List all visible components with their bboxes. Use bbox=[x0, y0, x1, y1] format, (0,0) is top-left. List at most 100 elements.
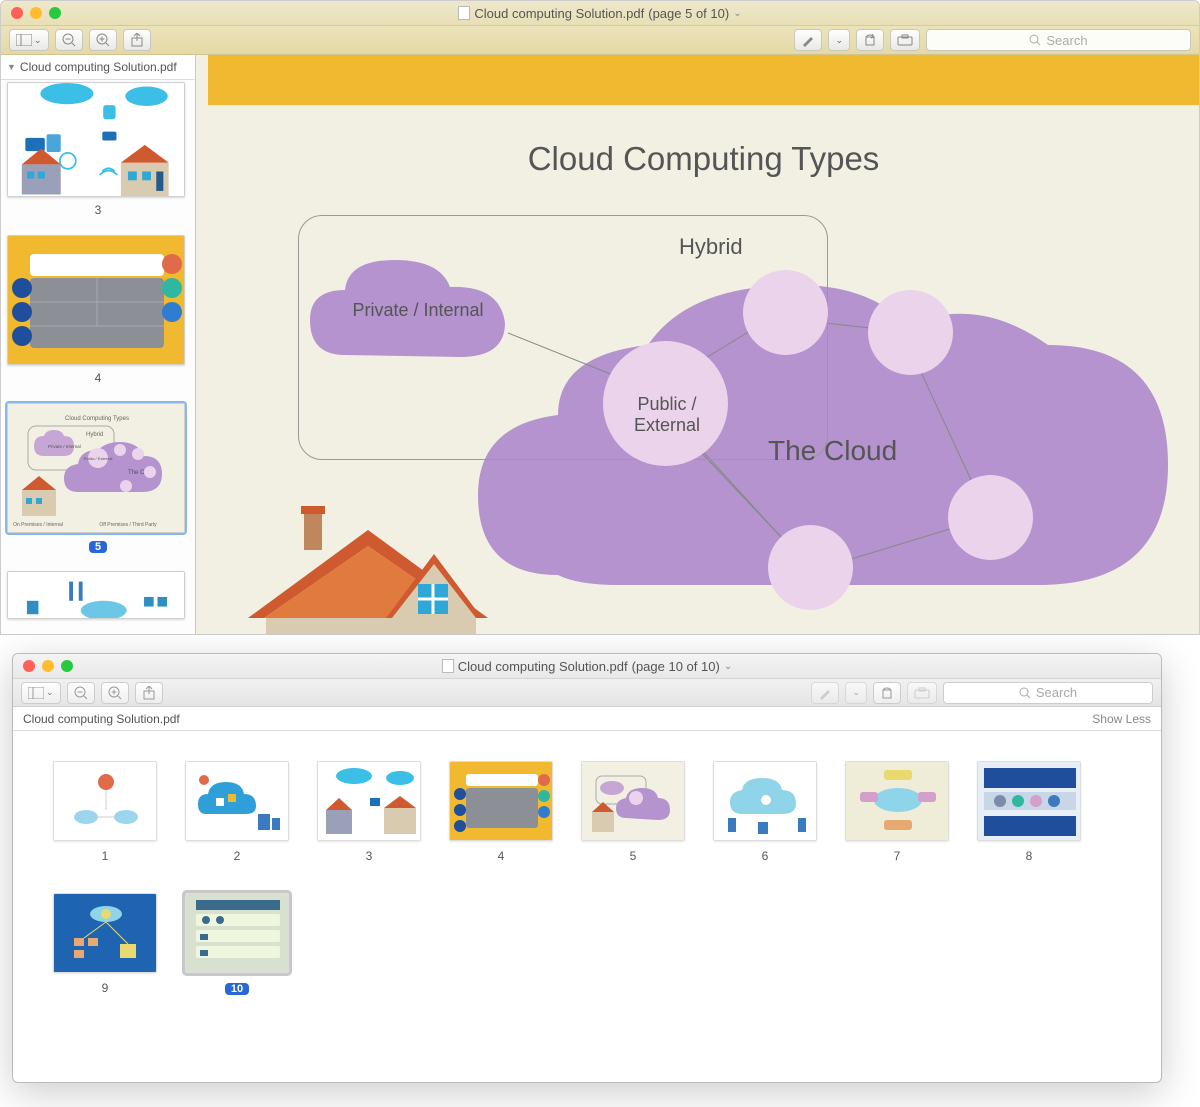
page-label: 3 bbox=[366, 849, 373, 863]
svg-text:On Premises / Internal: On Premises / Internal bbox=[13, 522, 63, 528]
view-mode-button[interactable]: ⌄ bbox=[9, 29, 49, 51]
svg-text:Off Premises / Third Party: Off Premises / Third Party bbox=[99, 522, 157, 528]
disclosure-triangle-icon[interactable]: ▼ bbox=[7, 62, 16, 72]
hybrid-boundary: Hybrid bbox=[298, 215, 828, 460]
search-placeholder: Search bbox=[1036, 685, 1077, 700]
header-filename: Cloud computing Solution.pdf bbox=[23, 712, 180, 726]
grid-thumb-4[interactable] bbox=[449, 761, 553, 841]
public-external-label: Public / External bbox=[608, 394, 726, 436]
toolbar-bottom: ⌄ ⌄ bbox=[13, 679, 1161, 707]
zoom-out-button[interactable] bbox=[67, 682, 95, 704]
page-thumbnail-3[interactable] bbox=[7, 82, 185, 197]
title-page-info: (page 5 of 10) bbox=[648, 6, 729, 21]
thumbnail-sidebar: ▼ Cloud computing Solution.pdf bbox=[1, 55, 196, 635]
title-page-info: (page 10 of 10) bbox=[632, 659, 720, 674]
rotate-icon bbox=[863, 33, 877, 47]
sidebar-filename: Cloud computing Solution.pdf bbox=[20, 60, 177, 74]
page-label: 6 bbox=[762, 849, 769, 863]
document-viewport[interactable]: Cloud Computing Types bbox=[196, 55, 1199, 635]
sidebar-layout-icon bbox=[16, 34, 32, 46]
chevron-down-icon: ⌄ bbox=[835, 35, 843, 46]
cloud-node-4 bbox=[948, 475, 1033, 560]
zoom-out-icon bbox=[74, 686, 88, 700]
rotate-button[interactable] bbox=[856, 29, 884, 51]
page-label: 5 bbox=[630, 849, 637, 863]
rotate-button[interactable] bbox=[873, 682, 901, 704]
svg-text:Hybrid: Hybrid bbox=[86, 432, 103, 438]
page-label: 1 bbox=[102, 849, 109, 863]
toolbox-icon bbox=[897, 34, 913, 46]
share-icon bbox=[130, 33, 144, 47]
sidebar-layout-icon bbox=[28, 687, 44, 699]
svg-text:Public / External: Public / External bbox=[84, 456, 113, 461]
page-thumbnail-4[interactable] bbox=[7, 235, 185, 365]
page-label-badge: 10 bbox=[225, 983, 249, 995]
pdf-file-icon bbox=[442, 659, 454, 673]
page-label: 8 bbox=[1026, 849, 1033, 863]
grid-thumb-5[interactable] bbox=[581, 761, 685, 841]
show-less-link[interactable]: Show Less bbox=[1092, 712, 1151, 726]
the-cloud-label: The Cloud bbox=[768, 435, 897, 467]
search-field[interactable]: Search bbox=[943, 682, 1153, 704]
sidebar-file-header[interactable]: ▼ Cloud computing Solution.pdf bbox=[1, 55, 195, 80]
page-number-4: 4 bbox=[95, 371, 102, 385]
page-label: 4 bbox=[498, 849, 505, 863]
private-internal-label: Private / Internal bbox=[338, 300, 498, 321]
window-title[interactable]: Cloud computing Solution.pdf (page 5 of … bbox=[1, 6, 1199, 21]
edit-toolbar-button[interactable] bbox=[890, 29, 920, 51]
title-filename: Cloud computing Solution.pdf bbox=[458, 659, 628, 674]
titlebar-bottom[interactable]: Cloud computing Solution.pdf (page 10 of… bbox=[13, 654, 1161, 679]
edit-toolbar-button[interactable] bbox=[907, 682, 937, 704]
page-thumbnail-6-partial[interactable] bbox=[7, 571, 185, 619]
grid-thumb-3[interactable] bbox=[317, 761, 421, 841]
page-label: 9 bbox=[102, 981, 109, 995]
markup-button[interactable] bbox=[811, 682, 839, 704]
grid-thumb-2[interactable] bbox=[185, 761, 289, 841]
search-placeholder: Search bbox=[1046, 33, 1087, 48]
page-thumbnail-5-active[interactable]: Cloud Computing Types Hybrid Private / I… bbox=[7, 403, 185, 533]
grid-thumb-6[interactable] bbox=[713, 761, 817, 841]
grid-thumb-7[interactable] bbox=[845, 761, 949, 841]
zoom-in-button[interactable] bbox=[89, 29, 117, 51]
zoom-in-icon bbox=[96, 33, 110, 47]
share-icon bbox=[142, 686, 156, 700]
svg-text:Cloud Computing Types: Cloud Computing Types bbox=[65, 416, 129, 422]
cloud-node-5 bbox=[768, 525, 853, 610]
grid-thumb-8[interactable] bbox=[977, 761, 1081, 841]
zoom-in-icon bbox=[108, 686, 122, 700]
cloud-node-2 bbox=[743, 270, 828, 355]
svg-text:Private / Internal: Private / Internal bbox=[48, 444, 81, 449]
rotate-icon bbox=[880, 686, 894, 700]
view-mode-button[interactable]: ⌄ bbox=[21, 682, 61, 704]
diagram-title: Cloud Computing Types bbox=[208, 140, 1199, 178]
zoom-out-button[interactable] bbox=[55, 29, 83, 51]
page-label: 2 bbox=[234, 849, 241, 863]
chevron-down-icon: ⌄ bbox=[46, 687, 54, 698]
grid-thumb-10-active[interactable] bbox=[185, 893, 289, 973]
toolbar-top: ⌄ ⌄ bbox=[1, 26, 1199, 55]
zoom-out-icon bbox=[62, 33, 76, 47]
markup-button[interactable] bbox=[794, 29, 822, 51]
chevron-down-icon[interactable]: ⌄ bbox=[733, 8, 741, 19]
search-icon bbox=[1019, 687, 1031, 699]
share-button[interactable] bbox=[135, 682, 163, 704]
grid-thumb-1[interactable] bbox=[53, 761, 157, 841]
chevron-down-icon: ⌄ bbox=[852, 687, 860, 698]
toolbox-icon bbox=[914, 687, 930, 699]
search-field[interactable]: Search bbox=[926, 29, 1191, 51]
window-title[interactable]: Cloud computing Solution.pdf (page 10 of… bbox=[13, 659, 1161, 674]
page-5-diagram: Cloud Computing Types bbox=[208, 105, 1199, 635]
preview-window-contact-sheet: Cloud computing Solution.pdf (page 10 of… bbox=[12, 653, 1162, 1083]
chevron-down-icon: ⌄ bbox=[34, 35, 42, 46]
markup-menu-button[interactable]: ⌄ bbox=[845, 682, 867, 704]
chevron-down-icon[interactable]: ⌄ bbox=[724, 661, 732, 672]
zoom-in-button[interactable] bbox=[101, 682, 129, 704]
grid-thumb-9[interactable] bbox=[53, 893, 157, 973]
titlebar-top[interactable]: Cloud computing Solution.pdf (page 5 of … bbox=[1, 1, 1199, 26]
markup-menu-button[interactable]: ⌄ bbox=[828, 29, 850, 51]
share-button[interactable] bbox=[123, 29, 151, 51]
page-label: 7 bbox=[894, 849, 901, 863]
page-number-5-badge: 5 bbox=[89, 541, 107, 553]
pen-icon bbox=[801, 33, 815, 47]
cloud-node-3 bbox=[868, 290, 953, 375]
